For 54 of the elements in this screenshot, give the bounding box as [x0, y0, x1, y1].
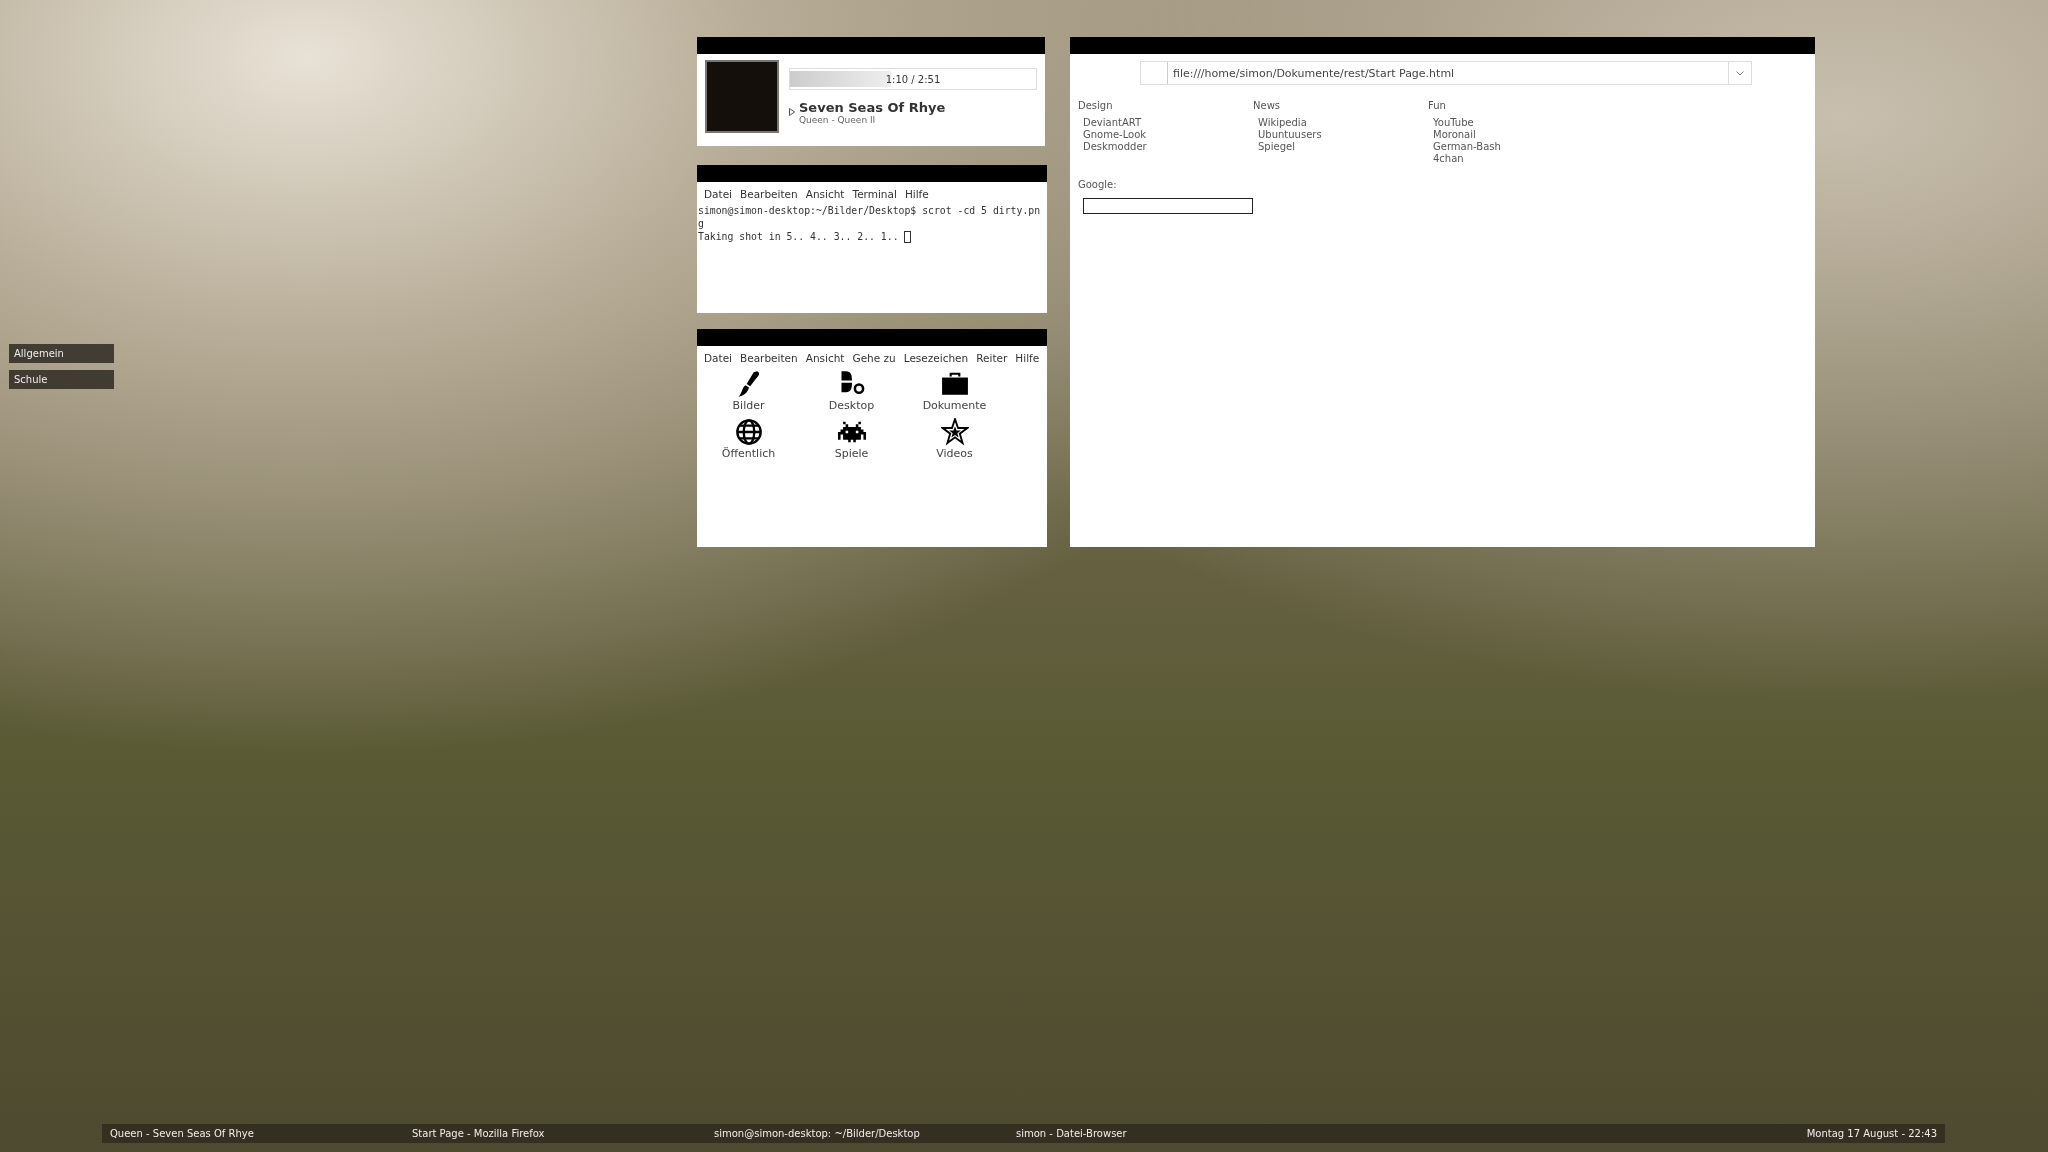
bookmark-link[interactable]: Moronail: [1433, 129, 1603, 141]
bookmark-link[interactable]: Deskmodder: [1083, 141, 1253, 153]
globe-icon: [734, 418, 763, 446]
bookmark-link[interactable]: Ubuntuusers: [1258, 129, 1428, 141]
menu-item[interactable]: Ansicht: [805, 188, 845, 200]
url-text: file:///home/simon/Dokumente/rest/Start Page.html: [1172, 66, 1456, 80]
address-bar[interactable]: file:///home/simon/Dokumente/rest/Start Page.html: [1140, 61, 1752, 85]
taskbar-item[interactable]: simon@simon-desktop: ~/Bilder/Desktop: [714, 1128, 1016, 1139]
taskbar-item[interactable]: simon - Datei-Browser: [1016, 1128, 1318, 1139]
bookmark-link[interactable]: German-Bash: [1433, 141, 1603, 153]
briefcase-icon: [940, 370, 969, 398]
bookmark-link[interactable]: Spiegel: [1258, 141, 1428, 153]
track-artist: Queen - Queen II: [799, 115, 877, 125]
menu-item[interactable]: Reiter: [976, 352, 1008, 364]
terminal-line: simon@simon-desktop:~/Bilder/Desktop$ scrot -cd 5 dirty.pn: [698, 204, 1041, 217]
menu-item[interactable]: Ansicht: [805, 352, 845, 364]
cursor: [904, 230, 912, 243]
folder-label[interactable]: Dokumente: [922, 399, 987, 412]
bookmark-link[interactable]: DeviantART: [1083, 117, 1253, 129]
track-title: Seven Seas Of Rhye: [799, 100, 946, 115]
search-label: Google:: [1077, 178, 1118, 190]
menu-item[interactable]: Bearbeiten: [740, 188, 798, 200]
section-heading: News: [1253, 100, 1282, 111]
menu-item[interactable]: Datei: [704, 188, 732, 200]
terminal-line: g: [698, 217, 704, 230]
taskbar-item[interactable]: Queen - Seven Seas Of Rhye: [110, 1128, 412, 1139]
menu-item[interactable]: Hilfe: [1015, 352, 1040, 364]
folder-label[interactable]: Videos: [936, 447, 973, 460]
folder-label[interactable]: Desktop: [828, 399, 875, 412]
folder-label[interactable]: Spiele: [834, 447, 869, 460]
sidebar-item[interactable]: Schule: [9, 370, 114, 389]
folder-label[interactable]: Bilder: [732, 399, 765, 412]
star-icon: [940, 418, 969, 446]
menu-item[interactable]: Gehe zu: [852, 352, 896, 364]
chevron-down-icon: [1736, 70, 1744, 76]
folder-label[interactable]: Öffentlich: [721, 447, 776, 460]
play-icon: [789, 108, 795, 116]
sidebar-item[interactable]: Allgemein: [9, 344, 114, 363]
track-time: 1:10 / 2:51: [885, 73, 941, 85]
menu-item[interactable]: Hilfe: [904, 188, 929, 200]
section-heading: Fun: [1428, 100, 1447, 111]
clock: Montag 17 August - 22:43: [1806, 1128, 1937, 1139]
section-heading: Design: [1078, 100, 1114, 111]
bookmark-link[interactable]: YouTube: [1433, 117, 1603, 129]
menu-item[interactable]: Terminal: [852, 188, 897, 200]
menu-item[interactable]: Datei: [704, 352, 732, 364]
bookmark-link[interactable]: Wikipedia: [1258, 117, 1428, 129]
taskbar-item[interactable]: Start Page - Mozilla Firefox: [412, 1128, 714, 1139]
menu-item[interactable]: Bearbeiten: [740, 352, 798, 364]
bookmark-link[interactable]: 4chan: [1433, 153, 1603, 165]
bookmark-link[interactable]: Gnome-Look: [1083, 129, 1253, 141]
terminal-line: Taking shot in 5.. 4.. 3.. 2.. 1..: [698, 230, 900, 243]
menu-item[interactable]: Lesezeichen: [903, 352, 969, 364]
search-field[interactable]: [1083, 198, 1253, 214]
